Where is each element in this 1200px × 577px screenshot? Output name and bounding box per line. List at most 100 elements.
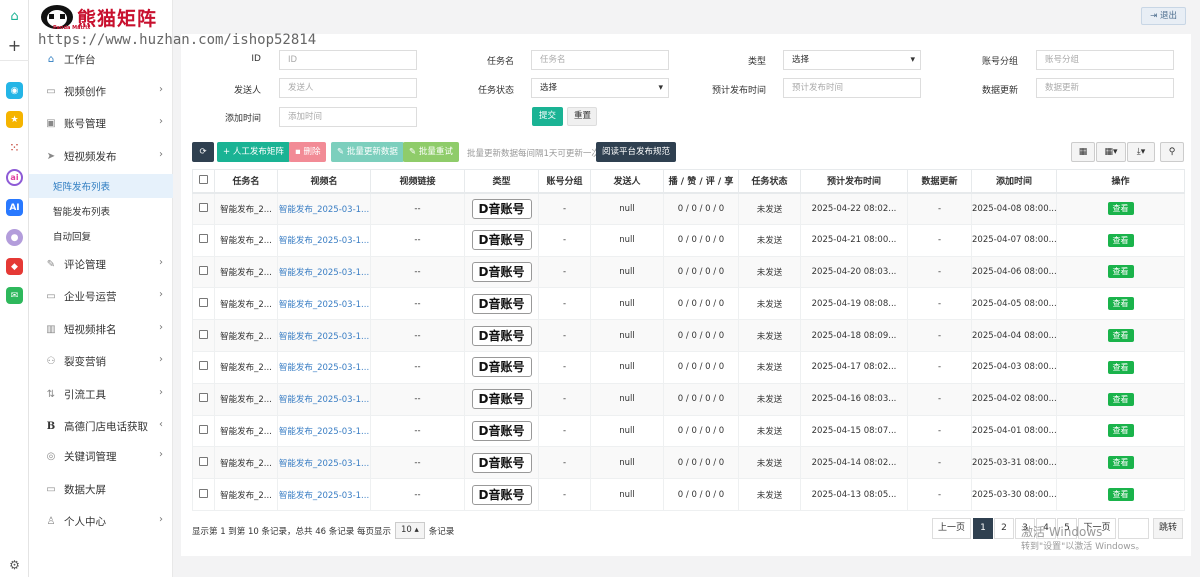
columns-toggle-button[interactable]: ▦ (1071, 142, 1095, 162)
plus-icon[interactable]: + (6, 36, 23, 55)
view-button[interactable]: 查看 (1107, 265, 1134, 279)
app-star-icon[interactable]: ★ (6, 111, 23, 128)
submit-button[interactable]: 提交 (532, 107, 563, 126)
app-ai-icon[interactable]: AI (6, 199, 23, 216)
platform-rules-button[interactable]: 阅读平台发布规范 (596, 142, 677, 162)
video-name-link[interactable]: 智能发布_2025-03-1... (279, 268, 369, 278)
delete-button[interactable]: ▪ 删除 (289, 142, 327, 162)
sidebar-item-profile[interactable]: ♙ 个人中心 › (29, 506, 173, 536)
home-icon[interactable]: ⌂ (6, 8, 23, 25)
column-header[interactable]: 任务状态 (738, 169, 801, 194)
column-header[interactable]: 视频名 (277, 169, 371, 194)
sidebar-item-traffic-tools[interactable]: ⇅ 引流工具 › (29, 379, 173, 409)
view-button[interactable]: 查看 (1107, 360, 1134, 374)
row-checkbox[interactable] (192, 478, 215, 511)
refresh-button[interactable]: ⟳ (192, 142, 214, 162)
prev-page-button[interactable]: 上一页 (932, 518, 971, 539)
view-button[interactable]: 查看 (1107, 392, 1134, 406)
column-header[interactable]: 预计发布时间 (800, 169, 908, 194)
app-chat-icon[interactable]: ◉ (6, 82, 23, 99)
page-size-select[interactable]: 10 ▴ (394, 522, 425, 539)
sidebar-item-enterprise[interactable]: ▭ 企业号运营 › (29, 281, 173, 311)
video-name-link[interactable]: 智能发布_2025-03-1... (279, 491, 369, 501)
view-button[interactable]: 查看 (1107, 329, 1134, 343)
logout-button[interactable]: ⇥ 退出 (1141, 7, 1186, 25)
filter-type-select[interactable]: 选择 (783, 50, 921, 70)
sidebar-subitem-auto-reply[interactable]: 自动回复 (29, 224, 173, 248)
row-checkbox[interactable] (192, 414, 215, 448)
batch-update-button[interactable]: ✎ 批量更新数据 (331, 142, 404, 162)
column-header[interactable]: 视频链接 (370, 169, 465, 194)
row-checkbox[interactable] (192, 382, 215, 416)
app-network-icon[interactable]: ⁙ (6, 140, 23, 157)
row-checkbox[interactable] (192, 223, 215, 257)
filter-plan-time-input[interactable]: 预计发布时间 (783, 78, 921, 98)
sidebar-item-account[interactable]: ▣ 账号管理 › (29, 108, 173, 138)
page-2-button[interactable]: 2 (994, 518, 1014, 539)
video-name-link[interactable]: 智能发布_2025-03-1... (279, 395, 369, 405)
view-button[interactable]: 查看 (1107, 297, 1134, 311)
video-name-link[interactable]: 智能发布_2025-03-1... (279, 332, 369, 342)
sidebar-item-video-create[interactable]: ▭ 视频创作 › (29, 76, 173, 106)
settings-icon[interactable]: ⚙ (6, 556, 23, 573)
search-button[interactable]: ⚲ (1160, 142, 1184, 162)
column-header[interactable]: 发送人 (590, 169, 664, 194)
view-button[interactable]: 查看 (1107, 488, 1134, 502)
filter-task-name-input[interactable]: 任务名 (531, 50, 669, 70)
jump-button[interactable]: 跳转 (1153, 518, 1183, 539)
video-name-link[interactable]: 智能发布_2025-03-1... (279, 363, 369, 373)
view-button[interactable]: 查看 (1107, 233, 1134, 247)
column-header[interactable]: 数据更新 (907, 169, 972, 194)
sidebar-item-keywords[interactable]: ◎ 关键词管理 › (29, 441, 173, 471)
row-checkbox[interactable] (192, 319, 215, 352)
select-all-checkbox[interactable] (192, 169, 215, 194)
row-checkbox[interactable] (192, 192, 215, 225)
row-checkbox[interactable] (192, 446, 215, 480)
sidebar-subitem-smart-list[interactable]: 智能发布列表 (29, 199, 173, 223)
sidebar-item-fission[interactable]: ⚇ 裂变营销 › (29, 346, 173, 376)
app-bubble-icon[interactable]: ● (6, 229, 23, 246)
batch-retry-button[interactable]: ✎ 批量重试 (403, 142, 459, 162)
video-name-link[interactable]: 智能发布_2025-03-1... (279, 459, 369, 469)
table-cell: - (907, 382, 972, 416)
app-mail-icon[interactable]: ✉ (6, 287, 23, 304)
view-dropdown-button[interactable]: ▦▾ (1096, 142, 1126, 162)
video-name-link[interactable]: 智能发布_2025-03-1... (279, 236, 369, 246)
app-game-icon[interactable]: ◆ (6, 258, 23, 275)
column-header[interactable]: 操作 (1056, 169, 1185, 194)
column-header[interactable]: 任务名 (214, 169, 278, 194)
sidebar-item-short-video-publish[interactable]: ➤ 短视频发布 › (29, 141, 173, 171)
sidebar-item-workbench[interactable]: ⌂ 工作台 (29, 44, 173, 74)
filter-sender-input[interactable]: 发送人 (279, 78, 417, 98)
sidebar-item-comments[interactable]: ✎ 评论管理 › (29, 249, 173, 279)
sidebar-item-amap-phone[interactable]: B 高德门店电话获取 ‹ (29, 411, 173, 441)
filter-id-input[interactable]: ID (279, 50, 417, 70)
app-robot-icon[interactable]: ai (6, 169, 23, 186)
sidebar-item-ranking[interactable]: ▥ 短视频排名 › (29, 314, 173, 344)
column-header[interactable]: 账号分组 (538, 169, 591, 194)
manual-publish-button[interactable]: + 人工发布矩阵 (217, 142, 290, 162)
row-checkbox[interactable] (192, 255, 215, 289)
filter-account-group-input[interactable]: 账号分组 (1036, 50, 1174, 70)
sidebar-subitem-matrix-list[interactable]: 矩阵发布列表 (29, 174, 173, 198)
filter-task-status-select[interactable]: 选择 (531, 78, 669, 98)
column-header[interactable]: 添加时间 (971, 169, 1057, 194)
jump-page-input[interactable] (1118, 518, 1149, 539)
view-button[interactable]: 查看 (1107, 202, 1134, 216)
view-button[interactable]: 查看 (1107, 456, 1134, 470)
column-header[interactable]: 播 / 赞 / 评 / 享 (663, 169, 739, 194)
filter-add-time-input[interactable]: 添加时间 (279, 107, 417, 127)
row-checkbox[interactable] (192, 350, 215, 384)
reset-button[interactable]: 重置 (567, 107, 597, 126)
sidebar-item-data-screen[interactable]: ▭ 数据大屏 (29, 474, 173, 504)
column-header[interactable]: 类型 (464, 169, 539, 194)
export-dropdown-button[interactable]: ⤓▾ (1127, 142, 1155, 162)
video-name-link[interactable]: 智能发布_2025-03-1... (279, 300, 369, 310)
platform-badge: D音账号 (471, 452, 532, 473)
page-1-button[interactable]: 1 (973, 518, 993, 539)
filter-data-update-input[interactable]: 数据更新 (1036, 78, 1174, 98)
row-checkbox[interactable] (192, 287, 215, 321)
video-name-link[interactable]: 智能发布_2025-03-1... (279, 427, 369, 437)
view-button[interactable]: 查看 (1107, 424, 1134, 438)
video-name-link[interactable]: 智能发布_2025-03-1... (279, 205, 369, 215)
